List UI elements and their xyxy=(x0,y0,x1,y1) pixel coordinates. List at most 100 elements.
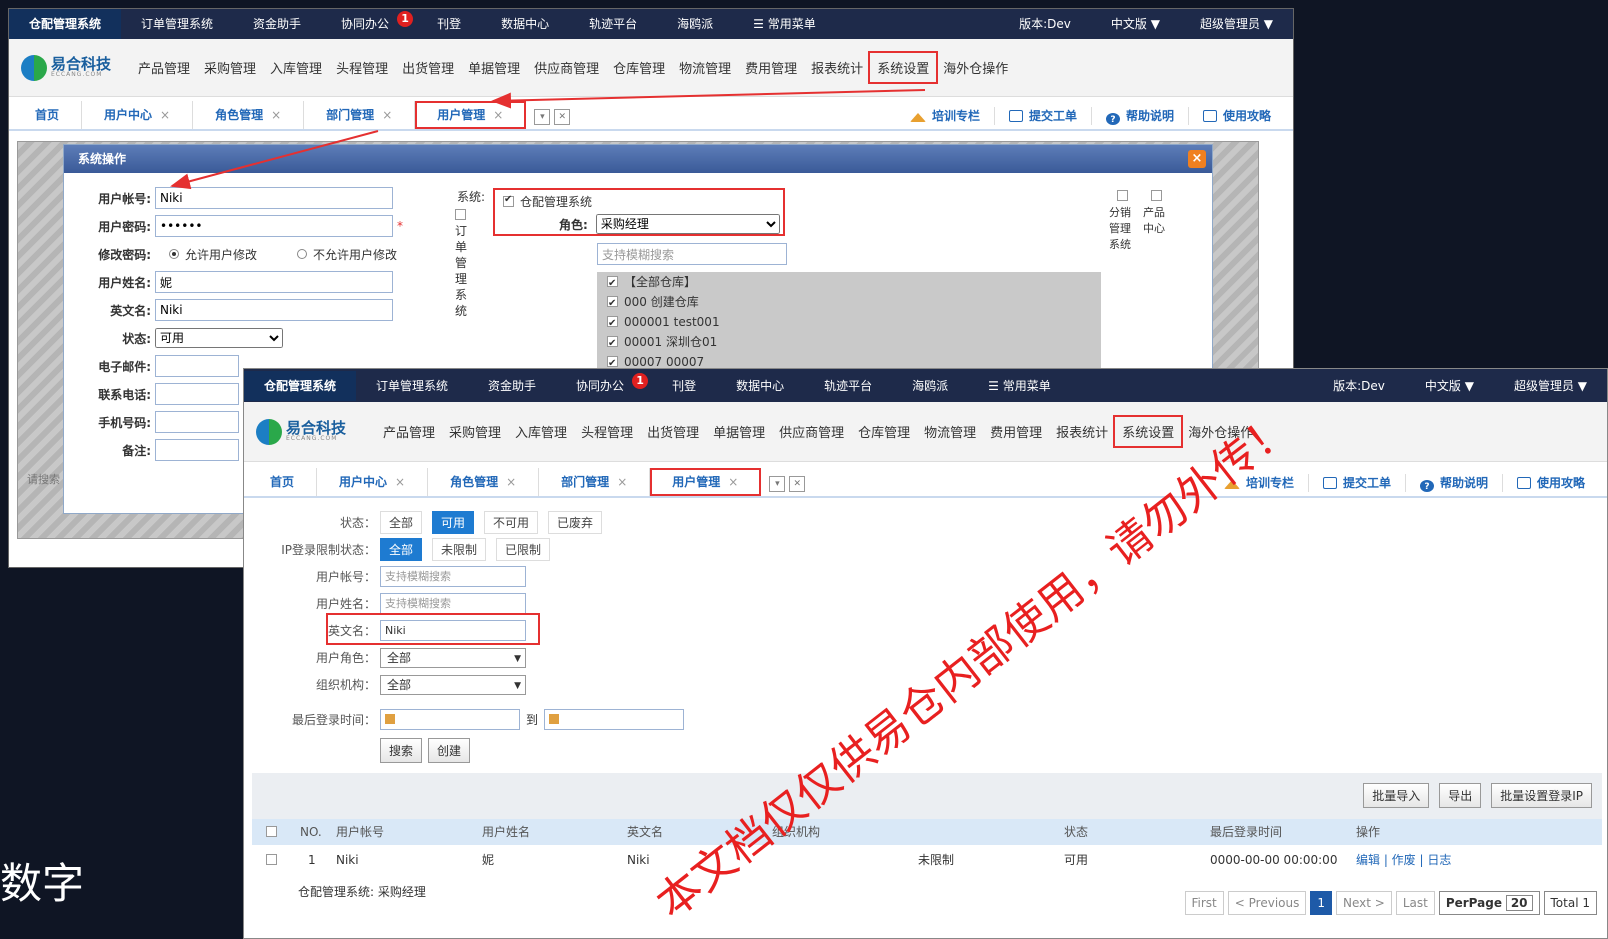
close-icon[interactable]: × xyxy=(506,475,516,489)
status-filter-label: 状态： xyxy=(339,516,376,530)
table-row: 1 Niki 妮 Niki 未限制 可用 0000-00-00 00:00:00… xyxy=(252,845,1602,875)
role-select[interactable]: 全部 xyxy=(380,647,526,668)
guide-label: 使用攻略 xyxy=(1536,476,1585,490)
last-page-button[interactable]: Last xyxy=(1395,891,1435,915)
menu-fees[interactable]: 费用管理 xyxy=(983,417,1049,446)
select-all-checkbox[interactable] xyxy=(266,826,277,837)
language-select[interactable]: 中文版 ▼ xyxy=(1405,371,1494,401)
date-to-input[interactable] xyxy=(544,709,685,730)
tab-user-manage[interactable]: 用户管理 × xyxy=(650,468,762,496)
close-all-icon[interactable]: ✕ xyxy=(789,476,806,492)
grid-actions: 批量导入 导出 批量设置登录IP xyxy=(1353,783,1592,808)
col-actions: 操作 xyxy=(1356,825,1381,839)
menu-warehouse[interactable]: 仓库管理 xyxy=(851,417,917,446)
select-all-cell xyxy=(266,819,283,845)
search-button[interactable]: 搜索 xyxy=(380,738,423,763)
help-link[interactable]: ? 帮助说明 xyxy=(1404,474,1502,492)
ip-restricted[interactable]: 已限制 xyxy=(496,538,551,561)
topbar-data[interactable]: 数据中心 xyxy=(716,371,804,401)
topbar-oms[interactable]: 订单管理系统 xyxy=(356,371,468,401)
topbar-fund[interactable]: 资金助手 xyxy=(468,371,556,401)
tab-controls: ▾ ✕ xyxy=(769,476,809,492)
cell-status: 可用 xyxy=(1064,853,1089,867)
cell-account: Niki xyxy=(336,853,359,867)
menu-purchase[interactable]: 采购管理 xyxy=(442,417,508,446)
topbar-wms[interactable]: 仓配管理系统 xyxy=(244,370,357,401)
arrow-to-dialog xyxy=(170,130,379,190)
close-icon[interactable]: × xyxy=(395,475,405,489)
topbar-track[interactable]: 轨迹平台 xyxy=(804,371,892,401)
menu-inbound[interactable]: 入库管理 xyxy=(508,417,574,446)
row-checkbox[interactable] xyxy=(266,854,277,865)
status-active[interactable]: 可用 xyxy=(432,511,475,534)
menu-documents[interactable]: 单据管理 xyxy=(706,417,772,446)
per-page-label: PerPage 20 xyxy=(1438,891,1540,915)
table-header: NO. 用户帐号 用户姓名 英文名 组织机构 状态 最后登录时间 操作 xyxy=(252,819,1602,845)
top-bar: 仓配管理系统 订单管理系统 资金助手 协同办公 1 刊登 数据中心 轨迹平台 海鸥… xyxy=(244,369,1607,402)
status-all[interactable]: 全部 xyxy=(380,511,423,534)
export-button[interactable]: 导出 xyxy=(1439,783,1482,808)
batch-set-ip-button[interactable]: 批量设置登录IP xyxy=(1491,783,1592,808)
ip-all[interactable]: 全部 xyxy=(380,538,423,561)
ticket-label: 提交工单 xyxy=(1342,476,1391,490)
status-discarded[interactable]: 已废弃 xyxy=(548,511,603,534)
cell-ip-status: 未限制 xyxy=(918,853,955,867)
col-last-login: 最后登录时间 xyxy=(1210,825,1283,839)
close-icon[interactable]: × xyxy=(617,475,627,489)
english-name-highlight xyxy=(326,613,540,645)
help-label: 帮助说明 xyxy=(1439,476,1488,490)
grid-toolbar: 批量导入 导出 批量设置登录IP xyxy=(252,773,1602,819)
menu-firstleg[interactable]: 头程管理 xyxy=(574,417,640,446)
org-select[interactable]: 全部 xyxy=(380,674,526,695)
first-page-button[interactable]: First xyxy=(1184,891,1224,915)
date-from-input[interactable] xyxy=(380,709,520,730)
user-menu[interactable]: 超级管理员 ▼ xyxy=(1494,371,1607,401)
topbar-listing[interactable]: 刊登 xyxy=(652,371,716,401)
menu-supplier[interactable]: 供应商管理 xyxy=(772,417,851,446)
calendar-icon[interactable] xyxy=(549,714,560,724)
cell-english: Niki xyxy=(627,853,650,867)
cell-name: 妮 xyxy=(482,853,495,867)
per-page-size[interactable]: 20 xyxy=(1505,895,1533,911)
tab-role[interactable]: 角色管理 × xyxy=(428,468,540,496)
tab-menu-icon[interactable]: ▾ xyxy=(769,476,786,492)
close-icon[interactable]: × xyxy=(728,475,738,489)
name-search-input[interactable]: 支持模糊搜索 xyxy=(380,593,526,614)
create-button[interactable]: 创建 xyxy=(428,738,471,763)
menu-product[interactable]: 产品管理 xyxy=(376,417,442,446)
tab-user-center[interactable]: 用户中心 × xyxy=(317,468,429,496)
menu-outbound[interactable]: 出货管理 xyxy=(640,417,706,446)
ticket-link[interactable]: 提交工单 xyxy=(1307,474,1405,492)
status-inactive[interactable]: 不可用 xyxy=(484,511,539,534)
version-label: 版本:Dev xyxy=(1333,378,1385,393)
calendar-icon[interactable] xyxy=(385,714,395,724)
topbar-common-menu[interactable]: ☰ 常用菜单 xyxy=(968,371,1071,401)
prev-page-button[interactable]: < Previous xyxy=(1227,891,1307,915)
current-page[interactable]: 1 xyxy=(1310,891,1332,915)
menu-logistics[interactable]: 物流管理 xyxy=(917,417,983,446)
batch-import-button[interactable]: 批量导入 xyxy=(1363,783,1430,808)
cell-last-login: 0000-00-00 00:00:00 xyxy=(1210,853,1338,867)
topbar-office-label: 协同办公 xyxy=(576,378,625,393)
tab-dept[interactable]: 部门管理 × xyxy=(539,468,651,496)
per-page-text: PerPage xyxy=(1445,896,1502,910)
menu-system-settings[interactable]: 系统设置 xyxy=(1113,415,1184,448)
total-count: Total 1 xyxy=(1543,891,1597,915)
question-icon: ? xyxy=(1419,480,1434,492)
tab-label: 用户管理 xyxy=(672,475,721,489)
helper-links: 培训专栏 提交工单 ? 帮助说明 使用攻略 xyxy=(1210,474,1599,492)
account-search-input[interactable]: 支持模糊搜索 xyxy=(380,566,526,587)
module-menu: 产品管理 采购管理 入库管理 头程管理 出货管理 单据管理 供应商管理 仓库管理… xyxy=(376,415,1260,448)
ip-unrestricted[interactable]: 未限制 xyxy=(432,538,487,561)
guide-link[interactable]: 使用攻略 xyxy=(1501,474,1599,492)
notification-badge: 1 xyxy=(632,372,649,389)
logo-text: 易合科技 xyxy=(286,419,347,437)
tab-home[interactable]: 首页 xyxy=(248,468,318,496)
next-page-button[interactable]: Next > xyxy=(1336,891,1392,915)
row-actions[interactable]: 编辑 | 作废 | 日志 xyxy=(1356,845,1451,875)
topbar-haiou[interactable]: 海鸥派 xyxy=(892,371,968,401)
tab-label: 用户中心 xyxy=(339,475,388,489)
topbar-office[interactable]: 协同办公 1 xyxy=(556,371,652,401)
menu-reports[interactable]: 报表统计 xyxy=(1049,417,1115,446)
logo-sub: ECCANG.COM xyxy=(286,435,338,442)
